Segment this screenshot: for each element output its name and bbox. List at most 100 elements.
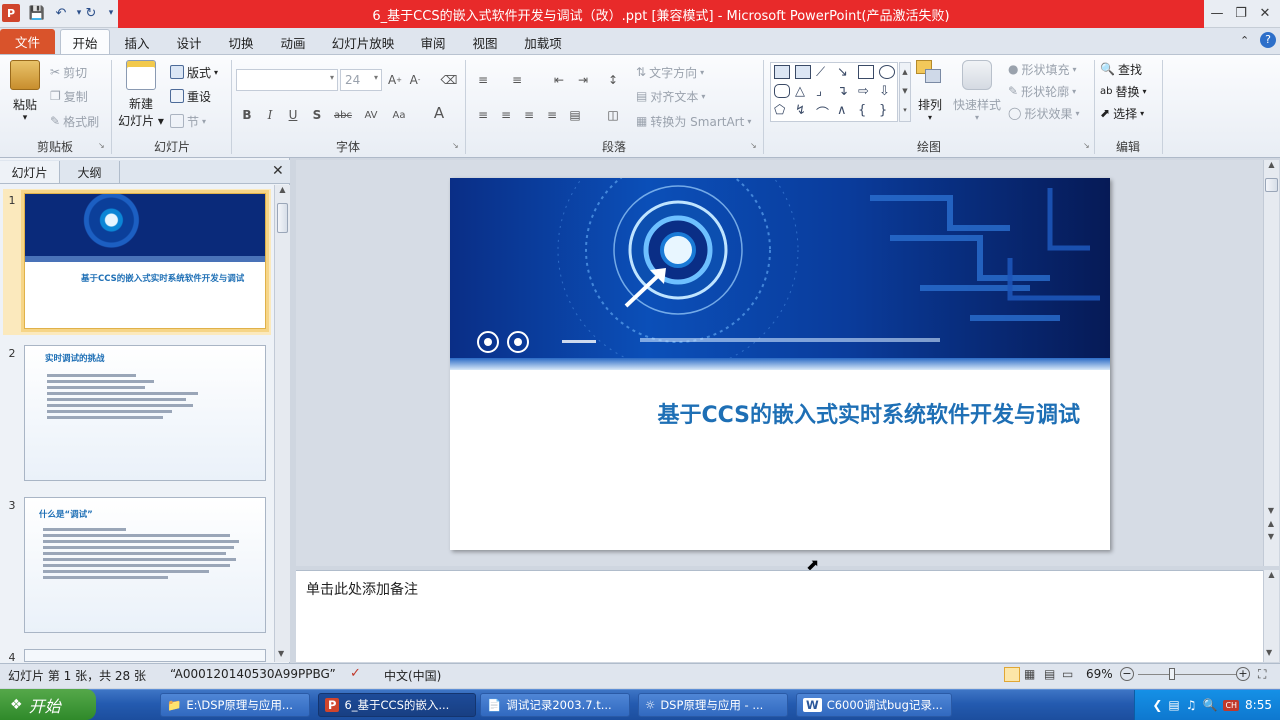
taskbar-item-word[interactable]: W C6000调试bug记录... <box>796 693 952 717</box>
zoom-level[interactable]: 69% <box>1086 667 1113 681</box>
textbox-shape-icon[interactable] <box>774 65 790 79</box>
shape-effects-button[interactable]: ◯ 形状效果 ▾ <box>1008 103 1079 123</box>
taskbar-item-powerpoint[interactable]: P 6_基于CCS的嵌入... <box>318 693 476 717</box>
elbow-arrow-icon[interactable]: ↴ <box>837 84 857 99</box>
close-button[interactable]: ✕ <box>1254 4 1276 22</box>
zoom-slider[interactable] <box>1138 668 1236 680</box>
paragraph-launcher-icon[interactable]: ↘ <box>750 141 757 150</box>
shapes-gallery-scroll[interactable]: ▲ ▼ ▾ <box>899 62 911 122</box>
line-shape-icon[interactable]: ⟋ <box>816 65 836 80</box>
numbering-icon[interactable]: ≡ <box>508 71 526 89</box>
right-brace-icon[interactable]: } <box>879 103 899 122</box>
zoom-slider-thumb[interactable] <box>1168 668 1175 680</box>
normal-view-icon[interactable] <box>1004 667 1020 682</box>
rounded-rect-shape-icon[interactable] <box>774 84 790 98</box>
align-right-icon[interactable]: ≡ <box>520 106 538 124</box>
cut-button[interactable]: ✂ 剪切 <box>50 62 87 82</box>
align-center-icon[interactable]: ≡ <box>497 106 515 124</box>
arrow-shape-icon[interactable]: ↘ <box>837 65 857 80</box>
align-text-button[interactable]: ▤ 对齐文本 ▾ <box>636 86 705 106</box>
shapes-gallery[interactable]: ⟋ ↘ △ ⌟ ↴ ⇨ ⇩ ⬠ ↯ ⌒ ∧ { } <box>770 62 898 122</box>
volume-icon[interactable]: ♫ <box>1186 698 1197 712</box>
oval-shape-icon[interactable] <box>879 65 895 79</box>
tab-file[interactable]: 文件 <box>0 29 55 54</box>
distributed-icon[interactable]: ▤ <box>566 106 584 124</box>
shape-fill-button[interactable]: ● 形状填充 ▾ <box>1008 59 1077 79</box>
curve-shape-icon[interactable]: ⌒ <box>816 103 836 122</box>
help-icon[interactable]: ? <box>1260 32 1276 48</box>
font-size-combo[interactable]: 24 ▾ <box>340 69 382 91</box>
search-icon[interactable]: 🔍 <box>1202 698 1217 712</box>
tab-slides-panel[interactable]: 幻灯片 <box>0 161 60 183</box>
editor-scroll-buttons[interactable]: ▼ ▲ ▼ <box>1266 504 1276 543</box>
ime-icon[interactable]: CH <box>1223 699 1240 711</box>
scroll-down-icon[interactable]: ▼ <box>278 649 284 658</box>
collapse-ribbon-icon[interactable]: ⌃ <box>1240 34 1249 47</box>
tab-addins[interactable]: 加载项 <box>518 30 568 54</box>
minimize-button[interactable]: — <box>1206 4 1228 22</box>
grow-font-icon[interactable]: A + <box>386 71 404 89</box>
text-direction-button[interactable]: ⇅ 文字方向 ▾ <box>636 62 704 82</box>
line-spacing-icon[interactable]: ↕ <box>604 71 622 89</box>
font-launcher-icon[interactable]: ↘ <box>452 141 459 150</box>
tab-view[interactable]: 视图 <box>466 30 504 54</box>
shadow-icon[interactable]: S <box>308 106 326 124</box>
clock[interactable]: 8:55 <box>1245 698 1272 712</box>
clipboard-launcher-icon[interactable]: ↘ <box>98 141 105 150</box>
find-button[interactable]: 🔍 查找 <box>1100 59 1142 79</box>
paste-button[interactable]: 粘贴 ▾ <box>8 60 42 123</box>
freeform-shape-icon[interactable]: ∧ <box>837 103 857 122</box>
slide-thumbnail-1[interactable]: 基于CCS的嵌入式实时系统软件开发与调试 <box>21 190 269 332</box>
smartart-button[interactable]: ▦ 转换为 SmartArt ▾ <box>636 111 751 131</box>
tab-review[interactable]: 审阅 <box>414 30 452 54</box>
lightning-shape-icon[interactable]: ↯ <box>795 103 815 122</box>
current-slide[interactable]: 基于CCS的嵌入式实时系统软件开发与调试 <box>450 178 1110 550</box>
tab-transitions[interactable]: 切换 <box>222 30 260 54</box>
format-painter-button[interactable]: ✎ 格式刷 <box>50 111 99 131</box>
char-spacing-icon[interactable]: AV <box>362 106 380 124</box>
tab-home[interactable]: 开始 <box>60 29 110 54</box>
fit-to-window-icon[interactable]: ⛶ <box>1258 667 1266 682</box>
quick-styles-button[interactable]: 快速样式 ▾ <box>952 60 1002 122</box>
redo-icon[interactable]: ↻ <box>82 4 100 22</box>
taskbar-item-browser[interactable]: ☼ DSP原理与应用 - ... <box>638 693 788 717</box>
select-button[interactable]: ⬈ 选择 ▾ <box>1100 103 1144 123</box>
layout-button[interactable]: 版式 ▾ <box>170 62 218 82</box>
shape-outline-button[interactable]: ✎ 形状轮廓 ▾ <box>1008 81 1076 101</box>
tab-slideshow[interactable]: 幻灯片放映 <box>328 30 398 54</box>
scroll-up-icon[interactable]: ▲ <box>275 185 290 199</box>
replace-button[interactable]: ab 替换 ▾ <box>1100 81 1147 101</box>
decrease-indent-icon[interactable]: ⇤ <box>550 71 568 89</box>
slides-panel-scrollbar[interactable]: ▲ <box>274 185 290 662</box>
close-panel-icon[interactable]: ✕ <box>272 163 284 179</box>
language-indicator[interactable]: 中文(中国) <box>384 667 441 684</box>
elbow-connector-icon[interactable]: ⌟ <box>816 84 836 99</box>
triangle-shape-icon[interactable]: △ <box>795 84 815 99</box>
shrink-font-icon[interactable]: A- <box>406 71 424 89</box>
copy-button[interactable]: ❐ 复制 <box>50 86 88 106</box>
clear-formatting-icon[interactable]: ⌫ <box>440 71 458 89</box>
save-icon[interactable]: 💾 <box>28 4 46 22</box>
strikethrough-icon[interactable]: abc <box>334 106 352 124</box>
align-left-icon[interactable]: ≡ <box>474 106 492 124</box>
notes-placeholder[interactable]: 单击此处添加备注 <box>306 579 1263 599</box>
columns-icon[interactable]: ◫ <box>604 106 622 124</box>
slide-title[interactable]: 基于CCS的嵌入式实时系统软件开发与调试 <box>600 397 1080 429</box>
slide-sorter-icon[interactable]: ▦ <box>1024 667 1035 681</box>
scroll-up-icon[interactable]: ▲ <box>1264 160 1279 174</box>
powerpoint-icon[interactable]: P <box>2 4 20 22</box>
restore-button[interactable]: ❐ <box>1230 4 1252 22</box>
scroll-thumb[interactable] <box>277 203 288 233</box>
down-arrow-shape-icon[interactable]: ⇩ <box>879 84 899 99</box>
font-color-icon[interactable]: A <box>430 104 448 122</box>
new-slide-button[interactable]: 新建 幻灯片 ▾ <box>118 60 164 129</box>
increase-indent-icon[interactable]: ⇥ <box>574 71 592 89</box>
vertical-textbox-shape-icon[interactable] <box>795 65 811 79</box>
theme-name[interactable]: “A000120140530A99PPBG” <box>170 667 336 681</box>
drawing-launcher-icon[interactable]: ↘ <box>1083 141 1090 150</box>
pentagon-shape-icon[interactable]: ⬠ <box>774 103 794 122</box>
font-name-combo[interactable]: ▾ <box>236 69 338 91</box>
taskbar-item-explorer[interactable]: 📁 E:\DSP原理与应用... <box>160 693 310 717</box>
start-button[interactable]: ❖ 开始 <box>0 689 96 720</box>
tab-outline-panel[interactable]: 大纲 <box>60 161 120 183</box>
